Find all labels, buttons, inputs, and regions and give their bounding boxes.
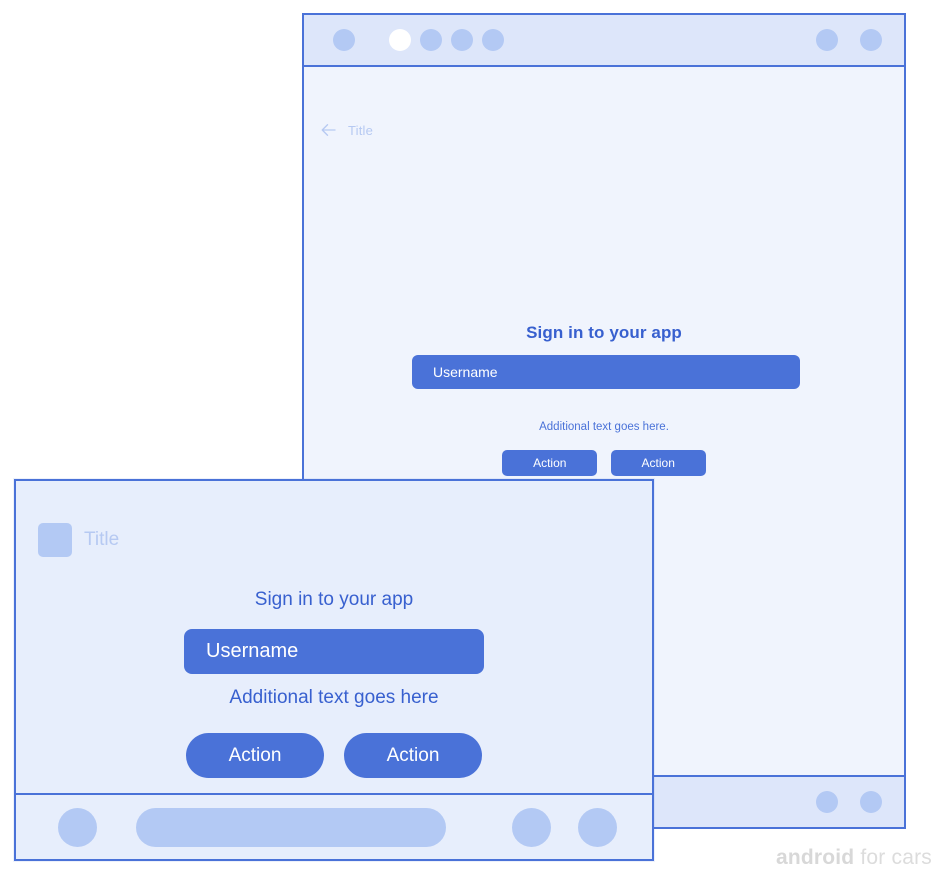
front-window-nav-bar — [16, 793, 652, 859]
front-window-username-field[interactable]: Username — [184, 629, 484, 674]
system-bar-dot-1[interactable] — [333, 29, 355, 51]
front-window-app-bar: Title — [38, 523, 119, 557]
front-window-content: Title Sign in to your app Username Addit… — [16, 481, 652, 793]
nav-pill-center[interactable] — [136, 808, 446, 847]
front-window-helper-text: Additional text goes here — [229, 687, 439, 708]
back-window-helper-row: Additional text goes here. — [304, 417, 904, 435]
android-for-cars-watermark: android for cars — [776, 846, 932, 870]
arrow-left-icon[interactable] — [320, 121, 338, 139]
front-window-username-value: Username — [206, 640, 299, 662]
system-bar-dot-5[interactable] — [482, 29, 504, 51]
front-window-action-button-1[interactable]: Action — [186, 733, 324, 778]
back-window-app-bar: Title — [320, 121, 373, 139]
back-window-system-bar-top — [304, 15, 904, 67]
back-window-action-button-2[interactable]: Action — [610, 450, 706, 476]
front-window-app-bar-title: Title — [84, 529, 120, 550]
nav-circle-right-2[interactable] — [578, 808, 617, 847]
system-bar-bottom-dot-2[interactable] — [860, 791, 882, 813]
watermark-bold-text: android — [775, 846, 855, 869]
front-window-action-button-2[interactable]: Action — [344, 733, 482, 778]
system-bar-dot-3[interactable] — [420, 29, 442, 51]
nav-circle-right-1[interactable] — [512, 808, 551, 847]
watermark-light-text: for cars — [854, 846, 932, 869]
system-bar-status-dot-2[interactable] — [860, 29, 882, 51]
back-window-username-value: Username — [433, 364, 498, 380]
front-window-sign-in-headline: Sign in to your app — [254, 589, 414, 610]
back-window-helper-text: Additional text goes here. — [539, 421, 669, 433]
front-window-automotive-display: Title Sign in to your app Username Addit… — [14, 479, 654, 861]
system-bar-bottom-dot-1[interactable] — [816, 791, 838, 813]
back-window-app-bar-title: Title — [348, 122, 374, 138]
back-window-sign-in-headline: Sign in to your app — [526, 323, 682, 342]
system-bar-dot-2-selected[interactable] — [389, 29, 411, 51]
system-bar-status-dot-1[interactable] — [816, 29, 838, 51]
back-window-headline-row: Sign in to your app — [304, 323, 904, 343]
back-window-action-button-1[interactable]: Action — [502, 450, 598, 476]
front-window-action-row: Action Action — [16, 733, 652, 778]
system-bar-dot-4[interactable] — [451, 29, 473, 51]
back-window-username-field[interactable]: Username — [412, 355, 800, 389]
back-window-action-row: Action Action — [304, 450, 904, 476]
nav-circle-left[interactable] — [58, 808, 97, 847]
app-square-icon[interactable] — [38, 523, 72, 557]
